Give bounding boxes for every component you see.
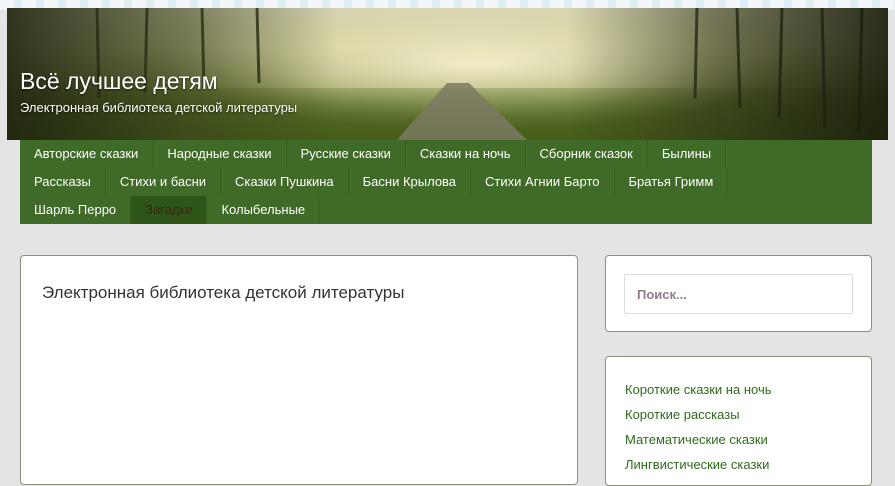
sidebar-link-list: Короткие сказки на ночь Короткие рассказ… bbox=[625, 377, 772, 477]
nav-row: Шарль Перро Загадки Колыбельные bbox=[20, 196, 872, 224]
sidebar-link[interactable]: Короткие сказки на ночь bbox=[625, 382, 772, 397]
header-trees-right bbox=[568, 8, 888, 140]
nav-item-skazki-na-noch[interactable]: Сказки на ночь bbox=[406, 140, 526, 168]
list-item: Короткие сказки на ночь bbox=[625, 377, 772, 402]
nav-row: Авторские сказки Народные сказки Русские… bbox=[20, 140, 872, 168]
page-heading: Электронная библиотека детской литератур… bbox=[42, 283, 405, 302]
list-item: Математические сказки bbox=[625, 427, 772, 452]
site-description: Электронная библиотека детской литератур… bbox=[20, 100, 298, 115]
nav-item-kolybelnye[interactable]: Колыбельные bbox=[207, 196, 321, 224]
search-widget bbox=[605, 255, 872, 332]
nav-item-avtorskie-skazki[interactable]: Авторские сказки bbox=[20, 140, 154, 168]
sidebar-link[interactable]: Лингвистические сказки bbox=[625, 457, 769, 472]
main-content: Электронная библиотека детской литератур… bbox=[20, 255, 578, 485]
links-widget: Короткие сказки на ночь Короткие рассказ… bbox=[605, 356, 872, 486]
nav-row: Рассказы Стихи и басни Сказки Пушкина Ба… bbox=[20, 168, 872, 196]
list-item: Лингвистические сказки bbox=[625, 452, 772, 477]
sidebar-link[interactable]: Короткие рассказы bbox=[625, 407, 740, 422]
nav-item-rasskazy[interactable]: Рассказы bbox=[20, 168, 106, 196]
nav-item-byliny[interactable]: Былины bbox=[648, 140, 727, 168]
list-item: Короткие рассказы bbox=[625, 402, 772, 427]
nav-item-bratya-grimm[interactable]: Братья Гримм bbox=[615, 168, 729, 196]
nav-item-basni-krylova[interactable]: Басни Крылова bbox=[349, 168, 472, 196]
sidebar-link[interactable]: Математические сказки bbox=[625, 432, 768, 447]
nav-item-narodnye-skazki[interactable]: Народные сказки bbox=[153, 140, 287, 168]
nav-item-sharl-perro[interactable]: Шарль Перро bbox=[20, 196, 132, 224]
main-navigation: Авторские сказки Народные сказки Русские… bbox=[20, 140, 872, 224]
site-title[interactable]: Всё лучшее детям bbox=[20, 68, 218, 95]
nav-item-zagadki[interactable]: Загадки bbox=[131, 196, 208, 224]
nav-item-stihi-i-basni[interactable]: Стихи и басни bbox=[106, 168, 222, 196]
nav-item-sbornik-skazok[interactable]: Сборник сказок bbox=[526, 140, 648, 168]
nav-item-russkie-skazki[interactable]: Русские сказки bbox=[287, 140, 406, 168]
nav-item-skazki-pushkina[interactable]: Сказки Пушкина bbox=[221, 168, 349, 196]
search-input[interactable] bbox=[624, 274, 853, 314]
nav-item-stihi-agnii-barto[interactable]: Стихи Агнии Барто bbox=[471, 168, 615, 196]
